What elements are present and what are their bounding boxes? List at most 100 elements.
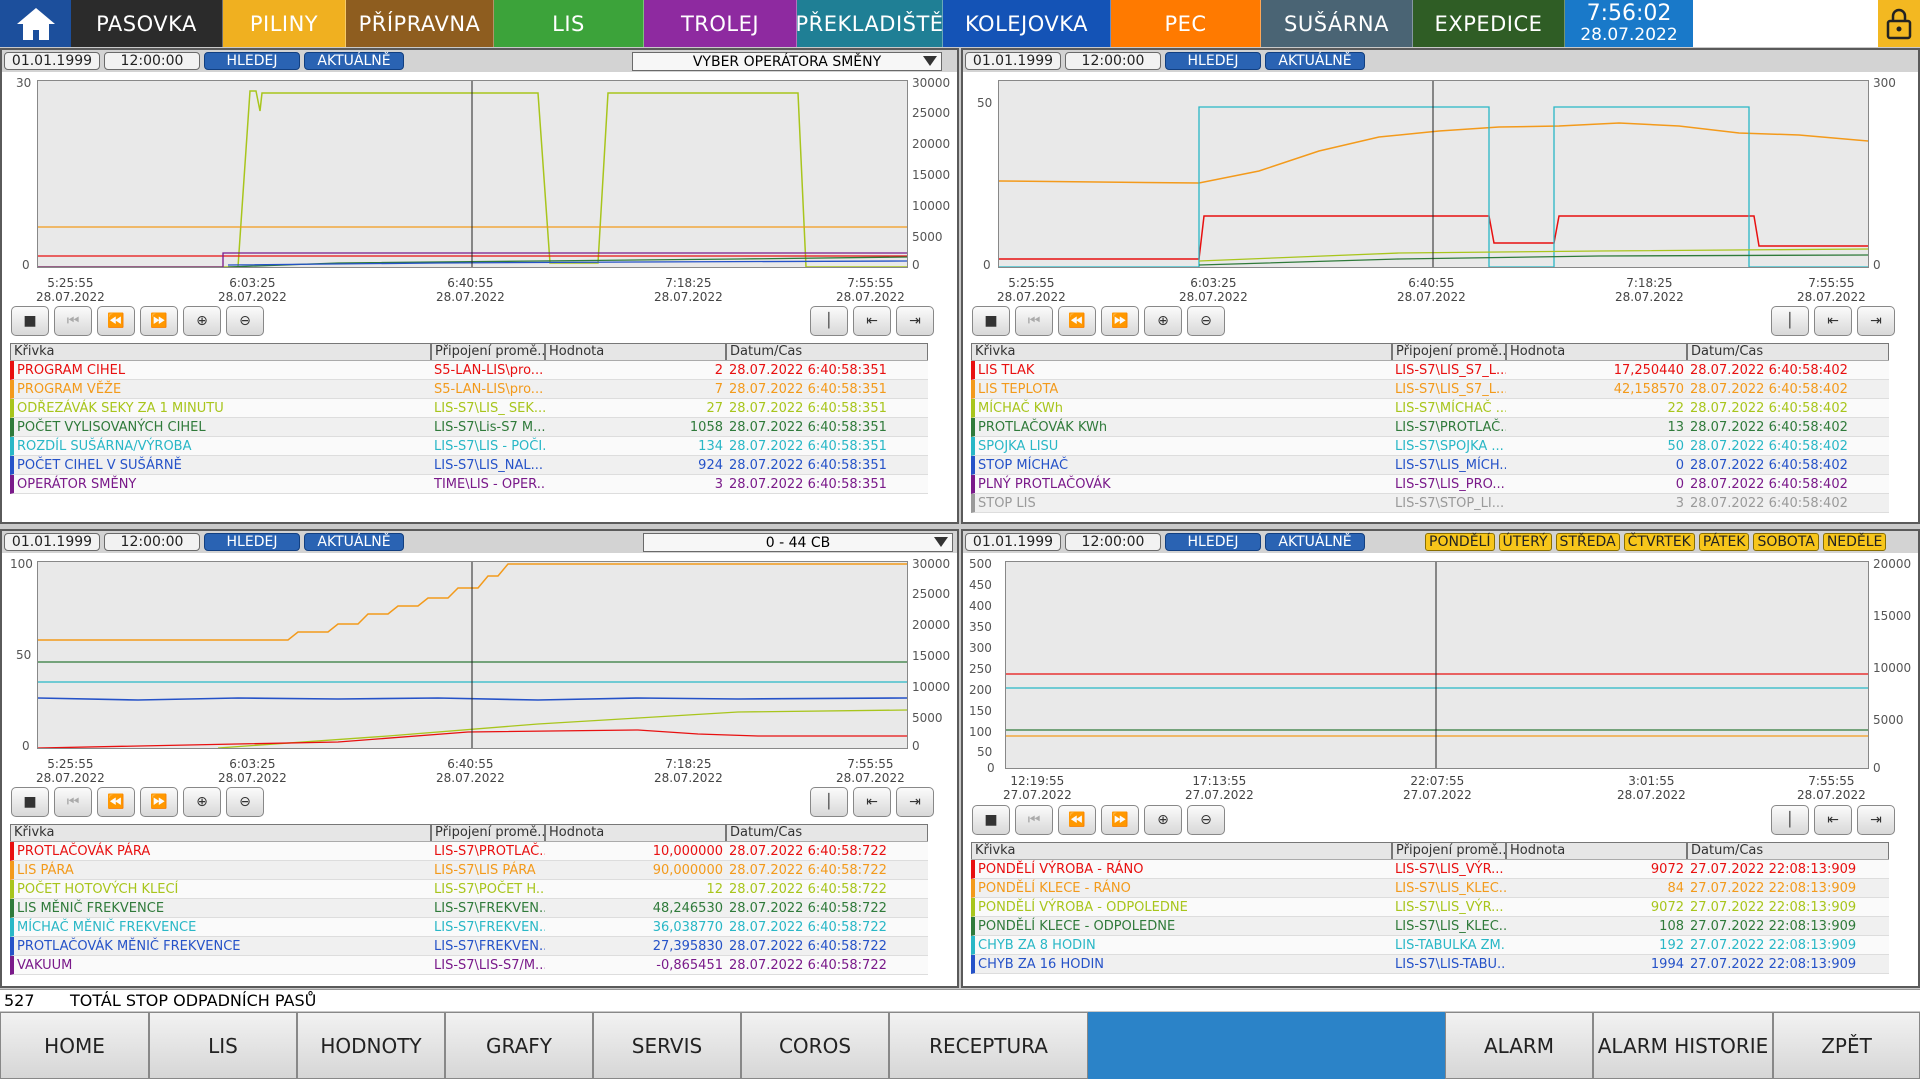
stop-button[interactable]: ■ [972, 306, 1010, 336]
cursor-right-icon[interactable]: ⇥ [1857, 805, 1895, 835]
zoom-out-icon[interactable]: ⊖ [226, 306, 264, 336]
alarm-button[interactable]: ALARM [1445, 1012, 1593, 1079]
cursor-left-icon[interactable]: ⇤ [1814, 805, 1852, 835]
first-button[interactable]: ⏮ [1015, 805, 1053, 835]
home-icon[interactable] [0, 0, 71, 47]
stop-button[interactable]: ■ [972, 805, 1010, 835]
alarm-history-button[interactable]: ALARM HISTORIE [1593, 1012, 1773, 1079]
cursor-icon[interactable]: │ [810, 787, 848, 817]
trend-plot[interactable] [37, 561, 908, 749]
day-button[interactable]: ÚTERÝ [1498, 533, 1552, 551]
zoom-out-icon[interactable]: ⊖ [1187, 306, 1225, 336]
day-button[interactable]: PONDĚLÍ [1425, 533, 1495, 551]
current-button[interactable]: AKTUÁLNĚ [1265, 533, 1365, 551]
table-row[interactable]: LIS MĚNIČ FREKVENCE LIS-S7\FREKVEN... 48,2… [10, 899, 928, 918]
cursor-left-icon[interactable]: ⇤ [1814, 306, 1852, 336]
table-row[interactable]: CHYB ZA 8 HODIN LIS-TABULKA ZM... 192 27.07… [971, 936, 1889, 955]
time-field[interactable]: 12:00:00 [104, 52, 200, 70]
cursor-left-icon[interactable]: ⇤ [853, 787, 891, 817]
table-row[interactable]: MÍCHAČ KWh LIS-S7\MÍCHAČ ... 22 28.07.2022 … [971, 399, 1889, 418]
table-row[interactable]: PONDĚLÍ VÝROBA - RÁNO LIS-S7\LIS_VÝR... 90… [971, 860, 1889, 879]
current-button[interactable]: AKTUÁLNĚ [1265, 52, 1365, 70]
table-row[interactable]: LIS TEPLOTA LIS-S7\LIS_S7_L... 42,158570 28… [971, 380, 1889, 399]
stop-button[interactable]: ■ [11, 306, 49, 336]
tab-kolejovka[interactable]: KOLEJOVKA [943, 0, 1111, 47]
values-button[interactable]: HODNOTY [297, 1012, 445, 1079]
lis-button[interactable]: LIS [149, 1012, 297, 1079]
cursor-right-icon[interactable]: ⇥ [896, 306, 934, 336]
zoom-in-icon[interactable]: ⊕ [183, 787, 221, 817]
service-button[interactable]: SERVIS [593, 1012, 741, 1079]
table-row[interactable]: PROGRAM CIHEL S5-LAN-LIS\pro... 2 28.07.202… [10, 361, 928, 380]
lock-icon[interactable] [1878, 0, 1920, 47]
table-row[interactable]: POČET VYLISOVANÝCH CIHEL LIS-S7\Lis-S7 M.… [10, 418, 928, 437]
operator-select[interactable]: VYBER OPERÁTORA SMĚNY [632, 52, 942, 71]
table-row[interactable]: PROTLAČOVÁK KWh LIS-S7\PROTLAČ... 13 28.07.… [971, 418, 1889, 437]
table-row[interactable]: PROTLAČOVÁK MĚNIČ FREKVENCE LIS-S7\FREKVE… [10, 937, 928, 956]
forward-button[interactable]: ⏩ [140, 306, 178, 336]
time-field[interactable]: 12:00:00 [1065, 52, 1161, 70]
table-row[interactable]: PONDĚLÍ VÝROBA - ODPOLEDNE LIS-S7\LIS_VÝR… [971, 898, 1889, 917]
tab-expedice[interactable]: EXPEDICE [1413, 0, 1565, 47]
forward-button[interactable]: ⏩ [1101, 306, 1139, 336]
table-row[interactable]: PONDĚLÍ KLECE - RÁNO LIS-S7\LIS_KLEC... 84… [971, 879, 1889, 898]
day-button[interactable]: NEDĚLE [1822, 533, 1887, 551]
day-button[interactable]: PÁTEK [1698, 533, 1750, 551]
tab-pasovka[interactable]: PASOVKA [71, 0, 223, 47]
table-row[interactable]: LIS TLAK LIS-S7\LIS_S7_L... 17,250440 28.07… [971, 361, 1889, 380]
table-row[interactable]: VAKUUM LIS-S7\LIS-S7/M... -0,865451 28.07.2… [10, 956, 928, 975]
table-row[interactable]: OPERÁTOR SMĚNY TIME\LIS - OPER... 3 28.07.2… [10, 475, 928, 494]
zoom-in-icon[interactable]: ⊕ [183, 306, 221, 336]
first-button[interactable]: ⏮ [54, 306, 92, 336]
date-field[interactable]: 01.01.1999 [4, 533, 100, 551]
cursor-icon[interactable]: │ [1771, 306, 1809, 336]
forward-button[interactable]: ⏩ [140, 787, 178, 817]
day-button[interactable]: ČTVRTEK [1623, 533, 1695, 551]
cursor-icon[interactable]: │ [1771, 805, 1809, 835]
home-button[interactable]: HOME [0, 1012, 149, 1079]
table-row[interactable]: PLNÝ PROTLAČOVÁK LIS-S7\LIS_PRO... 0 28.07.… [971, 475, 1889, 494]
time-field[interactable]: 12:00:00 [1065, 533, 1161, 551]
table-row[interactable]: POČET HOTOVÝCH KLECÍ LIS-S7\POČET H... 12 2… [10, 880, 928, 899]
zoom-in-icon[interactable]: ⊕ [1144, 306, 1182, 336]
zoom-in-icon[interactable]: ⊕ [1144, 805, 1182, 835]
back-button[interactable]: ZPĚT [1773, 1012, 1920, 1079]
stop-button[interactable]: ■ [11, 787, 49, 817]
table-row[interactable]: ODŘEZÁVÁK SEKY ZA 1 MINUTU LIS-S7\LIS_ SE… [10, 399, 928, 418]
current-button[interactable]: AKTUÁLNĚ [304, 533, 404, 551]
trend-plot[interactable] [1005, 561, 1869, 769]
zoom-out-icon[interactable]: ⊖ [1187, 805, 1225, 835]
tab-susarna[interactable]: SUŠÁRNA [1261, 0, 1413, 47]
table-row[interactable]: CHYB ZA 16 HODIN LIS-S7\LIS-TABU... 1994 27… [971, 955, 1889, 974]
tab-trolej[interactable]: TROLEJ [644, 0, 797, 47]
rewind-button[interactable]: ⏪ [1058, 306, 1096, 336]
trend-plot[interactable] [37, 80, 908, 268]
cursor-left-icon[interactable]: ⇤ [853, 306, 891, 336]
current-button[interactable]: AKTUÁLNĚ [304, 52, 404, 70]
rewind-button[interactable]: ⏪ [97, 306, 135, 336]
coros-button[interactable]: COROS [741, 1012, 889, 1079]
tab-prekladiste[interactable]: PŘEKLADIŠTĚ [795, 0, 943, 47]
first-button[interactable]: ⏮ [1015, 306, 1053, 336]
date-field[interactable]: 01.01.1999 [4, 52, 100, 70]
tab-pripravna[interactable]: PŘÍPRAVNA [346, 0, 494, 47]
table-row[interactable]: POČET CIHEL V SUŠÁRNĚ LIS-S7\LIS_NAL... 92… [10, 456, 928, 475]
date-field[interactable]: 01.01.1999 [965, 533, 1061, 551]
graphs-button[interactable]: GRAFY [445, 1012, 593, 1079]
zoom-out-icon[interactable]: ⊖ [226, 787, 264, 817]
day-button[interactable]: SOBOTA [1753, 533, 1819, 551]
search-button[interactable]: HLEDEJ [1165, 533, 1261, 551]
tab-piliny[interactable]: PILINY [223, 0, 346, 47]
rewind-button[interactable]: ⏪ [97, 787, 135, 817]
rewind-button[interactable]: ⏪ [1058, 805, 1096, 835]
forward-button[interactable]: ⏩ [1101, 805, 1139, 835]
table-row[interactable]: STOP MÍCHAČ LIS-S7\LIS_MÍCH... 0 28.07.2022… [971, 456, 1889, 475]
tab-pec[interactable]: PEC [1111, 0, 1261, 47]
first-button[interactable]: ⏮ [54, 787, 92, 817]
cursor-right-icon[interactable]: ⇥ [896, 787, 934, 817]
table-row[interactable]: LIS PÁRA LIS-S7\LIS PÁRA 90,000000 28.07.20… [10, 861, 928, 880]
search-button[interactable]: HLEDEJ [204, 533, 300, 551]
time-field[interactable]: 12:00:00 [104, 533, 200, 551]
day-button[interactable]: STŘEDA [1555, 533, 1620, 551]
table-row[interactable]: ROZDÍL SUŠÁRNA/VÝROBA LIS-S7\LIS - POČI..… [10, 437, 928, 456]
